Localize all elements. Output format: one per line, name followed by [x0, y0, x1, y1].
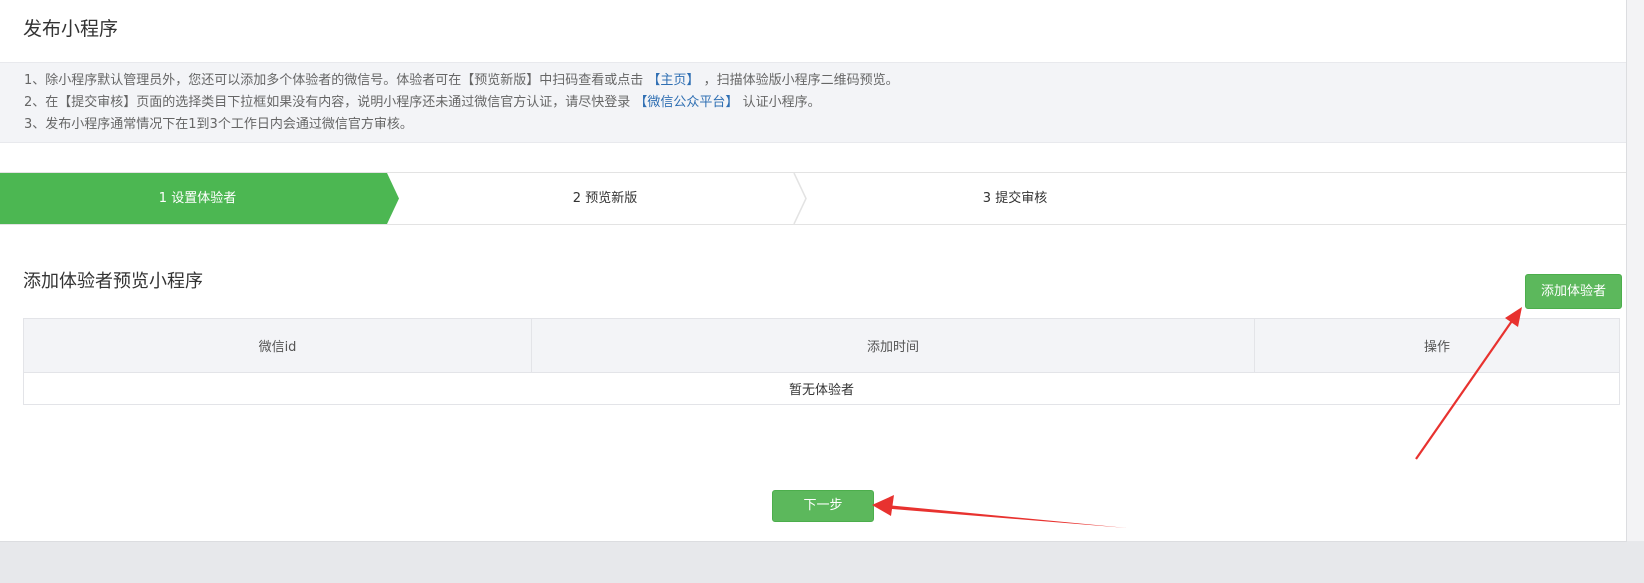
- notice-box: 1、除小程序默认管理员外，您还可以添加多个体验者的微信号。体验者可在【预览新版】…: [0, 62, 1626, 143]
- notice-line-1: 1、除小程序默认管理员外，您还可以添加多个体验者的微信号。体验者可在【预览新版】…: [24, 72, 899, 90]
- column-header-add-time: 添加时间: [531, 318, 1255, 373]
- column-header-actions: 操作: [1254, 318, 1620, 373]
- wechat-platform-link[interactable]: 【微信公众平台】: [634, 95, 738, 110]
- tester-table: 微信id 添加时间 操作 暂无体验者: [23, 318, 1620, 405]
- step-1[interactable]: 1 设置体验者: [0, 173, 395, 224]
- step-2[interactable]: 2 预览新版: [395, 173, 815, 224]
- column-header-wechat-id: 微信id: [23, 318, 532, 373]
- next-step-button[interactable]: 下一步: [772, 490, 874, 522]
- notice-line-1-suffix: ，扫描体验版小程序二维码预览。: [703, 73, 899, 88]
- notice-line-1-prefix: 1、除小程序默认管理员外，您还可以添加多个体验者的微信号。体验者可在【预览新版】…: [24, 73, 644, 88]
- page-title: 发布小程序: [23, 18, 119, 40]
- notice-line-2-prefix: 2、在【提交审核】页面的选择类目下拉框如果没有内容，说明小程序还未通过微信官方认…: [24, 95, 631, 110]
- table-row: 暂无体验者: [23, 372, 1620, 405]
- notice-line-3: 3、发布小程序通常情况下在1到3个工作日内会通过微信官方审核。: [24, 117, 413, 132]
- empty-table-message: 暂无体验者: [23, 372, 1620, 405]
- step-3[interactable]: 3 提交审核: [815, 173, 1215, 224]
- table-header-row: 微信id 添加时间 操作: [23, 318, 1620, 373]
- add-tester-button[interactable]: 添加体验者: [1525, 274, 1622, 309]
- scrollbar-track[interactable]: [1627, 0, 1644, 541]
- notice-line-2: 2、在【提交审核】页面的选择类目下拉框如果没有内容，说明小程序还未通过微信官方认…: [24, 94, 821, 112]
- notice-line-2-suffix: 认证小程序。: [742, 95, 821, 110]
- home-link[interactable]: 【主页】: [647, 73, 699, 88]
- step-bar: 1 设置体验者 2 预览新版 3 提交审核: [0, 172, 1626, 225]
- main-panel: 发布小程序 1、除小程序默认管理员外，您还可以添加多个体验者的微信号。体验者可在…: [0, 0, 1627, 542]
- section-title: 添加体验者预览小程序: [23, 271, 203, 292]
